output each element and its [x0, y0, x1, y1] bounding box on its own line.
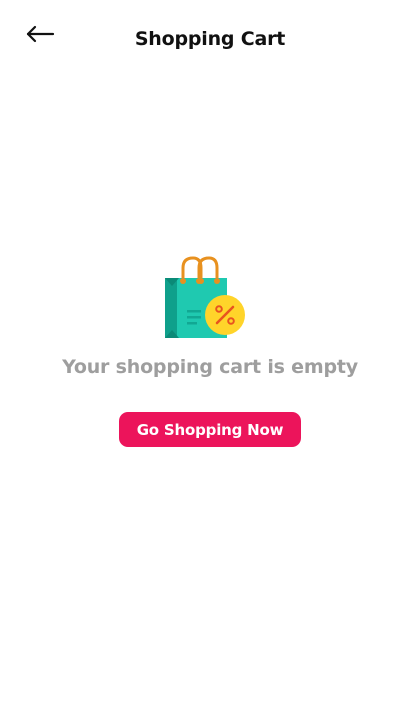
app-header: Shopping Cart [0, 0, 420, 80]
page-title: Shopping Cart [134, 28, 286, 50]
go-shopping-button[interactable]: Go Shopping Now [119, 412, 301, 447]
empty-cart-state: Your shopping cart is empty [0, 250, 420, 378]
shopping-bag-discount-icon [165, 256, 245, 338]
empty-cart-message: Your shopping cart is empty [62, 356, 358, 378]
